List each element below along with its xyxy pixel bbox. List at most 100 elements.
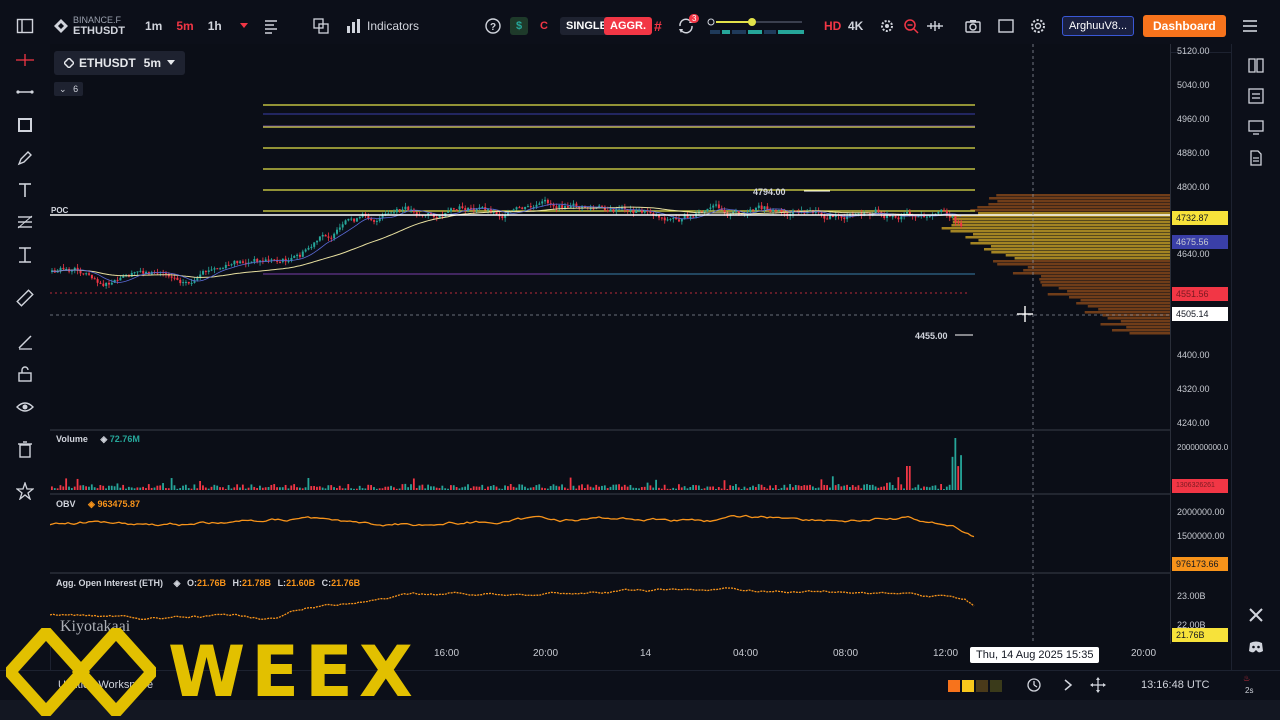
document-icon[interactable] — [1245, 147, 1267, 169]
candle-body — [321, 234, 324, 237]
volume-bar — [367, 484, 370, 490]
candle-body — [387, 213, 390, 215]
volume-bar — [395, 488, 398, 490]
profile-bar — [1080, 299, 1170, 302]
candle-body — [390, 212, 393, 214]
profile-bar — [1012, 272, 1170, 275]
brush-icon[interactable] — [14, 331, 36, 353]
candle-body — [196, 278, 199, 281]
swatch-olive[interactable] — [990, 680, 1002, 692]
lock-icon[interactable] — [14, 363, 36, 385]
volume-bar — [820, 479, 823, 490]
timeframe-dropdown-icon[interactable] — [239, 23, 248, 29]
history-icon[interactable] — [1026, 677, 1042, 696]
chart-canvas[interactable] — [50, 44, 1170, 644]
volume-bar — [193, 484, 196, 490]
volume-bar — [153, 487, 156, 490]
move-icon[interactable] — [1090, 677, 1106, 696]
candle-body — [906, 212, 908, 214]
book-icon[interactable] — [1245, 54, 1267, 76]
x-social-icon[interactable] — [1245, 604, 1267, 626]
candle-body — [336, 229, 338, 234]
price-range-icon[interactable] — [14, 244, 36, 266]
rectangle-icon[interactable] — [14, 114, 36, 136]
timeframe-5m[interactable]: 5m — [176, 19, 193, 33]
volume-bar — [843, 485, 846, 490]
volume-bar — [854, 486, 857, 490]
volume-bar — [675, 488, 677, 490]
volume-bar — [56, 488, 59, 490]
eye-icon[interactable] — [14, 396, 36, 418]
swatch-brown[interactable] — [976, 680, 988, 692]
profile-bar — [978, 212, 1170, 215]
timeframe-1h[interactable]: 1h — [208, 19, 222, 33]
swatch-yellow[interactable] — [962, 680, 974, 692]
volume-bar — [361, 488, 364, 490]
volume-bar — [441, 485, 444, 490]
volume-bar — [450, 485, 452, 490]
pen-icon[interactable] — [14, 147, 36, 169]
volume-bar — [846, 484, 848, 490]
volume-bar — [410, 484, 412, 490]
candle-body — [857, 213, 860, 215]
candle-body — [99, 282, 102, 284]
price-scale[interactable]: 5120.00 5040.00 4960.00 4880.00 4800.00 … — [1170, 44, 1233, 644]
volume-bar — [85, 486, 87, 490]
star-icon[interactable] — [14, 480, 36, 502]
volume-bar — [572, 485, 575, 490]
volume-bar — [803, 485, 806, 490]
time-tick: 12:00 — [933, 648, 959, 659]
volume-bar — [336, 488, 338, 490]
volume-bar — [706, 486, 709, 490]
volume-bar — [296, 487, 298, 490]
candle-body — [415, 212, 418, 215]
volume-bar — [298, 487, 301, 490]
fib-retracement-icon[interactable] — [14, 211, 36, 233]
volume-bar — [318, 486, 321, 490]
trend-line-icon[interactable] — [14, 81, 36, 103]
profile-bar — [952, 221, 1170, 224]
volume-bar — [954, 438, 957, 490]
text-tool-icon[interactable] — [14, 179, 36, 201]
discord-icon[interactable] — [1245, 636, 1267, 658]
oi-open: 21.76B — [196, 578, 226, 588]
monitor-icon[interactable] — [1245, 116, 1267, 138]
time-tick: 16:00 — [434, 648, 460, 659]
candle-body — [609, 209, 612, 212]
volume-bar — [868, 484, 871, 490]
ruler-icon[interactable] — [14, 287, 36, 309]
volume-bar — [903, 488, 905, 490]
volume-bar — [301, 488, 304, 490]
candle-body — [293, 256, 296, 258]
candle-body — [450, 208, 452, 212]
volume-bar — [276, 487, 278, 490]
volume-bar — [558, 486, 561, 490]
volume-bar — [529, 487, 532, 490]
swatch-orange[interactable] — [948, 680, 960, 692]
candle-body — [233, 260, 236, 265]
list-icon[interactable] — [1245, 85, 1267, 107]
cursor-crosshair-icon[interactable] — [14, 49, 36, 71]
volume-bar — [792, 487, 794, 490]
volume-bar — [461, 487, 464, 490]
chevron-right-icon[interactable] — [1060, 677, 1076, 696]
candle-body — [572, 203, 575, 206]
volume-bar — [492, 485, 495, 490]
trash-icon[interactable] — [14, 438, 36, 460]
candle-body — [846, 215, 849, 220]
volume-bar — [564, 487, 566, 490]
weex-watermark: WEEX — [6, 628, 419, 716]
candle-body — [404, 206, 407, 210]
volume-bar — [774, 485, 777, 490]
volume-tag: 1306326261 — [1172, 479, 1228, 493]
volume-legend-name: Volume — [56, 434, 88, 444]
timeframe-1m[interactable]: 1m — [145, 19, 162, 33]
currency-usd-label: $ — [510, 17, 529, 35]
candle-body — [304, 249, 307, 252]
candle-body — [204, 271, 207, 273]
layers-toggle[interactable]: ⌄ 6 — [54, 82, 84, 96]
candle-body — [487, 209, 490, 211]
volume-bar — [387, 486, 390, 490]
candle-body — [119, 277, 122, 281]
symbol-chip[interactable]: ETHUSDT 5m — [54, 51, 186, 75]
